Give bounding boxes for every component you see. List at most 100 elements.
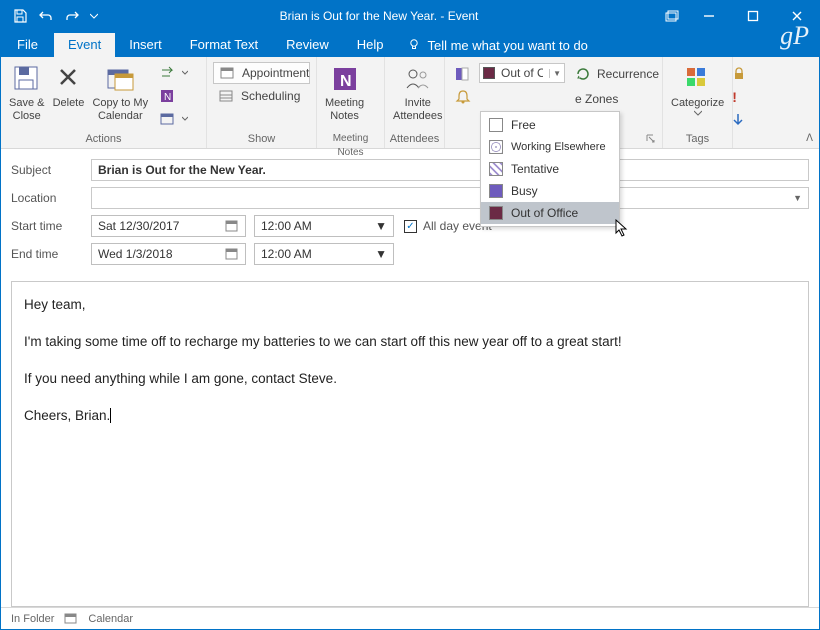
titlebar: Brian is Out for the New Year. - Event bbox=[1, 1, 819, 31]
group-tags: Categorize ! Tags bbox=[663, 57, 733, 148]
gp-logo: gP bbox=[780, 21, 809, 51]
group-attendees: Invite Attendees Attendees bbox=[385, 57, 445, 148]
high-importance-button[interactable]: ! bbox=[730, 86, 748, 108]
show-as-icon-button[interactable] bbox=[449, 63, 479, 85]
body-line: Cheers, Brian. bbox=[24, 407, 796, 426]
forward-button[interactable] bbox=[154, 62, 194, 84]
recurrence-button[interactable]: Recurrence bbox=[569, 63, 665, 85]
subject-input[interactable]: Brian is Out for the New Year. bbox=[91, 159, 809, 181]
in-folder-label: In Folder bbox=[11, 613, 54, 625]
folder-name: Calendar bbox=[88, 613, 133, 625]
undo-icon[interactable] bbox=[35, 5, 57, 27]
lightbulb-icon bbox=[407, 38, 421, 52]
svg-text:N: N bbox=[164, 92, 171, 103]
tell-me-search[interactable]: Tell me what you want to do bbox=[397, 33, 597, 57]
body-line: I'm taking some time off to recharge my … bbox=[24, 333, 796, 352]
tab-file[interactable]: File bbox=[1, 33, 54, 57]
private-button[interactable] bbox=[730, 63, 748, 85]
event-form: Subject Brian is Out for the New Year. L… bbox=[1, 149, 819, 277]
show-as-dropdown[interactable]: Out of O... ▼ bbox=[479, 63, 565, 83]
redo-icon[interactable] bbox=[61, 5, 83, 27]
time-zones-button[interactable]: e Zones bbox=[569, 88, 665, 110]
event-window: Brian is Out for the New Year. - Event F… bbox=[0, 0, 820, 630]
show-as-working-elsewhere[interactable]: Working Elsewhere bbox=[481, 136, 619, 158]
onenote-small-icon: N bbox=[160, 88, 176, 104]
event-body-editor[interactable]: Hey team, I'm taking some time off to re… bbox=[11, 281, 809, 607]
calendar-small-icon bbox=[160, 112, 176, 126]
actions-more-button[interactable] bbox=[154, 108, 194, 130]
location-label: Location bbox=[11, 191, 91, 205]
text-caret bbox=[110, 408, 111, 423]
calendar-copy-icon bbox=[104, 63, 136, 95]
save-close-button[interactable]: Save & Close bbox=[5, 59, 48, 122]
end-time-label: End time bbox=[11, 247, 91, 261]
group-meeting-notes: N Meeting Notes Meeting Notes bbox=[317, 57, 385, 148]
delete-icon bbox=[52, 63, 84, 95]
onenote-small-button[interactable]: N bbox=[154, 85, 194, 107]
subject-label: Subject bbox=[11, 163, 91, 177]
chevron-down-icon: ▼ bbox=[793, 193, 802, 203]
save-icon[interactable] bbox=[9, 5, 31, 27]
popout-icon[interactable] bbox=[657, 1, 687, 31]
attendees-icon bbox=[402, 63, 434, 95]
show-as-swatch bbox=[483, 67, 495, 79]
appointment-icon bbox=[220, 65, 236, 81]
show-as-out-of-office[interactable]: Out of Office bbox=[481, 202, 619, 224]
end-time-input[interactable]: 12:00 AM▼ bbox=[254, 243, 394, 265]
qat-dropdown-icon[interactable] bbox=[87, 5, 101, 27]
status-bar: In Folder Calendar bbox=[1, 607, 819, 629]
body-line: If you need anything while I am gone, co… bbox=[24, 370, 796, 389]
tab-format-text[interactable]: Format Text bbox=[176, 33, 272, 57]
start-date-input[interactable]: Sat 12/30/2017 bbox=[91, 215, 246, 237]
tab-event[interactable]: Event bbox=[54, 33, 115, 57]
save-close-icon bbox=[11, 63, 43, 95]
group-tags-label: Tags bbox=[667, 132, 728, 148]
appointment-button[interactable]: Appointment bbox=[213, 62, 310, 84]
svg-text:N: N bbox=[340, 73, 352, 90]
invite-attendees-button[interactable]: Invite Attendees bbox=[389, 59, 447, 122]
reminder-icon-button[interactable] bbox=[449, 86, 479, 108]
tab-review[interactable]: Review bbox=[272, 33, 343, 57]
tab-help[interactable]: Help bbox=[343, 33, 398, 57]
tab-insert[interactable]: Insert bbox=[115, 33, 176, 57]
bell-icon bbox=[455, 89, 471, 105]
delete-button[interactable]: Delete bbox=[48, 59, 88, 110]
end-date-input[interactable]: Wed 1/3/2018 bbox=[91, 243, 246, 265]
maximize-icon[interactable] bbox=[731, 1, 775, 31]
calendar-small-icon bbox=[64, 613, 78, 625]
minimize-icon[interactable] bbox=[687, 1, 731, 31]
quick-access-toolbar bbox=[1, 5, 101, 27]
location-input[interactable]: ▼ bbox=[91, 187, 809, 209]
all-day-checkbox[interactable]: ✓ bbox=[404, 220, 417, 233]
categorize-icon bbox=[682, 63, 714, 95]
ribbon: Save & Close Delete Copy to My Calendar … bbox=[1, 57, 819, 149]
scheduling-button[interactable]: Scheduling bbox=[213, 85, 310, 107]
low-importance-button[interactable] bbox=[730, 109, 748, 131]
group-show: Appointment Scheduling Show bbox=[207, 57, 317, 148]
options-dialog-launcher-icon[interactable] bbox=[646, 134, 658, 146]
tell-me-label: Tell me what you want to do bbox=[427, 38, 587, 53]
group-show-label: Show bbox=[211, 132, 312, 148]
window-title: Brian is Out for the New Year. - Event bbox=[101, 9, 657, 23]
ribbon-tabs: File Event Insert Format Text Review Hel… bbox=[1, 31, 819, 57]
onenote-icon: N bbox=[329, 63, 361, 95]
show-as-free[interactable]: Free bbox=[481, 114, 619, 136]
ribbon-collapse-icon[interactable]: ᐱ bbox=[806, 133, 813, 144]
calendar-picker-icon bbox=[225, 247, 239, 261]
start-time-input[interactable]: 12:00 AM▼ bbox=[254, 215, 394, 237]
show-as-tentative[interactable]: Tentative bbox=[481, 158, 619, 180]
calendar-picker-icon bbox=[225, 219, 239, 233]
forward-icon bbox=[160, 66, 176, 80]
exclaim-icon: ! bbox=[732, 89, 737, 105]
categorize-button[interactable]: Categorize bbox=[667, 59, 728, 116]
lock-icon bbox=[732, 67, 746, 81]
group-attendees-label: Attendees bbox=[389, 132, 440, 148]
group-actions: Save & Close Delete Copy to My Calendar … bbox=[1, 57, 207, 148]
scheduling-icon bbox=[219, 88, 235, 104]
copy-to-calendar-button[interactable]: Copy to My Calendar bbox=[88, 59, 152, 122]
show-as-busy[interactable]: Busy bbox=[481, 180, 619, 202]
body-line: Hey team, bbox=[24, 296, 796, 315]
meeting-notes-button[interactable]: N Meeting Notes bbox=[321, 59, 368, 122]
mouse-cursor-icon bbox=[615, 219, 631, 239]
show-as-menu: Free Working Elsewhere Tentative Busy Ou… bbox=[480, 111, 620, 227]
